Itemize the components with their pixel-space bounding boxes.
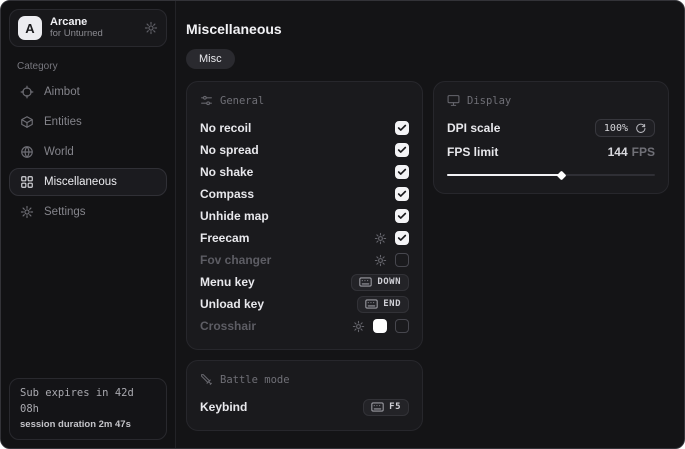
sidebar-item-label: World: [44, 146, 74, 158]
sidebar-nav: Aimbot Entities World: [9, 78, 167, 226]
main-content: Miscellaneous Misc General: [176, 1, 684, 448]
app-window: A Arcane for Unturned Category: [0, 0, 685, 449]
keyboard-icon: [365, 299, 378, 309]
gear-icon[interactable]: [352, 320, 365, 333]
checkbox[interactable]: [395, 209, 409, 223]
sidebar-item-label: Settings: [44, 206, 86, 218]
monitor-icon: [447, 94, 460, 107]
crosshair-icon: [20, 85, 34, 99]
sidebar-item-settings[interactable]: Settings: [9, 198, 167, 226]
refresh-icon: [635, 123, 646, 134]
battle-mode-card: Battle mode Keybind F5: [186, 360, 423, 431]
avatar: A: [18, 16, 42, 40]
keyboard-icon: [371, 402, 384, 412]
dpi-scale-button[interactable]: 100%: [595, 119, 655, 137]
setting-label: Fov changer: [200, 253, 271, 267]
keybind-value: DOWN: [377, 277, 401, 287]
sidebar-item-label: Miscellaneous: [44, 176, 117, 188]
checkbox[interactable]: [395, 231, 409, 245]
card-title: General: [220, 95, 264, 107]
setting-label: Freecam: [200, 231, 249, 245]
setting-row-freecam: Freecam: [200, 227, 409, 249]
sidebar-item-label: Aimbot: [44, 86, 80, 98]
checkbox[interactable]: [395, 121, 409, 135]
sliders-icon: [200, 94, 213, 107]
checkbox[interactable]: [395, 253, 409, 267]
setting-row-compass: Compass: [200, 183, 409, 205]
keybind-value: END: [383, 299, 401, 309]
sidebar-item-aimbot[interactable]: Aimbot: [9, 78, 167, 106]
swords-icon: [200, 373, 213, 386]
setting-label: Menu key: [200, 275, 255, 289]
setting-label: FPS limit: [447, 145, 498, 159]
session-duration-text: session duration 2m 47s: [20, 418, 156, 432]
box-icon: [20, 115, 34, 129]
setting-row-menu-key: Menu key DOWN: [200, 271, 409, 293]
sidebar-item-entities[interactable]: Entities: [9, 108, 167, 136]
fps-unit: FPS: [632, 145, 655, 159]
gear-icon: [20, 205, 34, 219]
gear-icon[interactable]: [144, 21, 158, 35]
checkbox[interactable]: [395, 319, 409, 333]
tab-misc[interactable]: Misc: [186, 49, 235, 69]
subscription-card: Sub expires in 42d 08h session duration …: [9, 378, 167, 440]
setting-label: Unhide map: [200, 209, 269, 223]
grid-icon: [20, 175, 34, 189]
setting-label: Crosshair: [200, 319, 256, 333]
keybind-button[interactable]: F5: [363, 399, 409, 416]
globe-icon: [20, 145, 34, 159]
app-header-card: A Arcane for Unturned: [9, 9, 167, 47]
fps-number: 144: [608, 145, 628, 159]
keybind-button[interactable]: DOWN: [351, 274, 409, 291]
app-subtitle: for Unturned: [50, 29, 136, 40]
setting-row-fps-limit: FPS limit 144 FPS: [447, 141, 655, 163]
setting-row-no-recoil: No recoil: [200, 117, 409, 139]
display-card: Display DPI scale 100%: [433, 81, 669, 194]
app-meta: Arcane for Unturned: [50, 16, 136, 40]
setting-label: Keybind: [200, 400, 247, 414]
sidebar: A Arcane for Unturned Category: [1, 1, 176, 448]
fps-slider[interactable]: [447, 169, 655, 181]
setting-row-unhide-map: Unhide map: [200, 205, 409, 227]
setting-row-no-shake: No shake: [200, 161, 409, 183]
checkbox[interactable]: [395, 143, 409, 157]
setting-label: DPI scale: [447, 121, 500, 135]
setting-label: Compass: [200, 187, 254, 201]
keyboard-icon: [359, 277, 372, 287]
sidebar-item-world[interactable]: World: [9, 138, 167, 166]
general-card: General No recoil No spread: [186, 81, 423, 350]
gear-icon[interactable]: [374, 232, 387, 245]
category-label: Category: [17, 61, 159, 72]
page-title: Miscellaneous: [186, 21, 669, 37]
setting-row-no-spread: No spread: [200, 139, 409, 161]
color-swatch[interactable]: [373, 319, 387, 333]
setting-row-keybind: Keybind F5: [200, 396, 409, 418]
slider-fill: [447, 174, 561, 176]
setting-label: Unload key: [200, 297, 264, 311]
sidebar-item-miscellaneous[interactable]: Miscellaneous: [9, 168, 167, 196]
fps-value: 144 FPS: [608, 145, 655, 159]
gear-icon[interactable]: [374, 254, 387, 267]
setting-row-unload-key: Unload key END: [200, 293, 409, 315]
setting-label: No spread: [200, 143, 259, 157]
sidebar-item-label: Entities: [44, 116, 82, 128]
setting-label: No shake: [200, 165, 253, 179]
card-title: Battle mode: [220, 374, 290, 386]
card-title: Display: [467, 95, 511, 107]
dpi-value: 100%: [604, 123, 628, 134]
keybind-value: F5: [389, 402, 401, 412]
setting-row-crosshair: Crosshair: [200, 315, 409, 337]
setting-row-dpi-scale: DPI scale 100%: [447, 117, 655, 139]
checkbox[interactable]: [395, 187, 409, 201]
sub-expiry-text: Sub expires in 42d 08h: [20, 386, 156, 418]
setting-row-fov-changer: Fov changer: [200, 249, 409, 271]
app-name: Arcane: [50, 16, 136, 29]
slider-thumb[interactable]: [557, 170, 567, 180]
setting-label: No recoil: [200, 121, 251, 135]
keybind-button[interactable]: END: [357, 296, 409, 313]
checkbox[interactable]: [395, 165, 409, 179]
